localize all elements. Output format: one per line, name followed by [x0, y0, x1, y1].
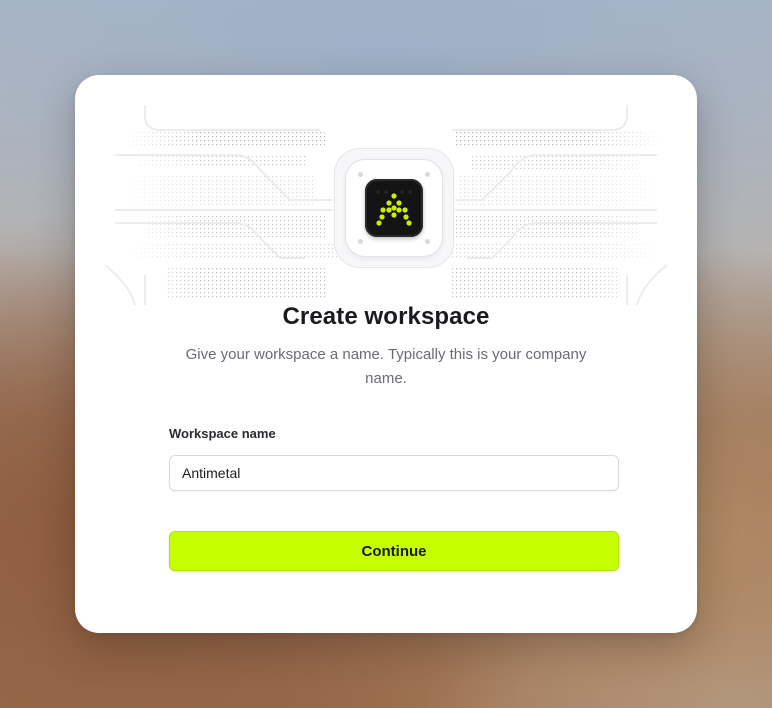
dialog-subtitle: Give your workspace a name. Typically th… [185, 346, 587, 387]
logo-tile [334, 148, 454, 268]
workspace-name-label: Workspace name [169, 426, 276, 441]
antimetal-logo-icon [365, 179, 423, 237]
create-workspace-dialog: Create workspace Give your workspace a n… [75, 75, 697, 633]
logo-dot-matrix [376, 190, 412, 226]
logo-tile-inner [345, 159, 443, 257]
tile-screw-icon [425, 239, 430, 244]
tile-screw-icon [358, 172, 363, 177]
workspace-name-input[interactable] [169, 455, 619, 491]
tile-screw-icon [358, 239, 363, 244]
tile-screw-icon [425, 172, 430, 177]
hero-illustration [75, 75, 697, 315]
dialog-title: Create workspace [282, 303, 490, 330]
continue-button[interactable]: Continue [169, 531, 619, 571]
